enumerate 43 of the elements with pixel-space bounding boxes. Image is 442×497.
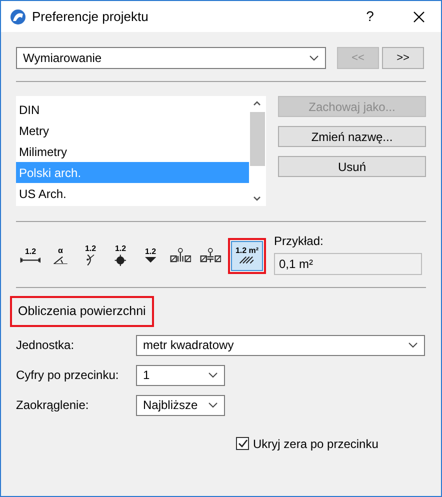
help-button[interactable]: ? [355,2,385,30]
field-label: Jednostka: [16,337,76,354]
dimension-tool-button[interactable]: α [46,240,75,270]
select-field[interactable]: 1 [136,364,225,386]
scroll-up-icon [253,101,261,106]
area-dimension-icon [239,256,255,264]
dimension-tool-button[interactable]: 1.2 [16,240,45,270]
list-item[interactable]: US Arch. [16,183,249,204]
list-item[interactable]: DIN [16,99,249,120]
example-label: Przykład: [274,233,324,250]
close-icon [413,10,425,22]
field-label: Zaokrąglenie: [16,397,90,414]
linear-dimension-icon [20,256,41,264]
dimension-tool-button[interactable]: 1.2 m² [228,238,266,274]
chevron-down-icon [309,55,319,61]
checkbox[interactable] [236,437,249,450]
checkmark-icon [238,439,248,448]
app-logo-icon [10,8,26,24]
angle-dimension-icon [52,256,68,264]
nav-button[interactable]: >> [382,47,424,69]
elevation-dimension-icon [144,257,156,263]
radius-dimension-icon [86,254,95,266]
chevron-down-icon [408,342,418,348]
dimension-tool-button[interactable]: 1.2 [106,240,135,270]
chevron-down-icon [208,372,218,378]
dimension-tool-button[interactable]: 1.2 [136,240,165,270]
section-heading: Obliczenia powierzchni [10,296,154,327]
list-item[interactable]: Metry [16,120,249,141]
select-field[interactable]: metr kwadratowy [136,334,425,356]
checkbox-label[interactable]: Ukryj zera po przecinku [253,434,378,453]
chevron-down-icon [208,402,218,408]
list-item[interactable]: Milimetry [16,141,249,162]
select-field[interactable]: Najbliższe [136,394,225,416]
scrollbar-thumb[interactable] [250,112,264,166]
window-title: Preferencje projektu [32,8,148,26]
action-button[interactable]: Usuń [278,156,426,177]
example-field: 0,1 m² [274,253,422,275]
dimension-tool-button[interactable]: 1.2 [76,240,105,270]
scroll-down-icon [253,196,261,201]
level-dimension-icon [114,254,127,266]
field-label: Cyfry po przecinku: [16,367,120,384]
category-dropdown[interactable]: Wymiarowanie [16,47,326,69]
action-button[interactable]: Zmień nazwę... [278,126,426,147]
